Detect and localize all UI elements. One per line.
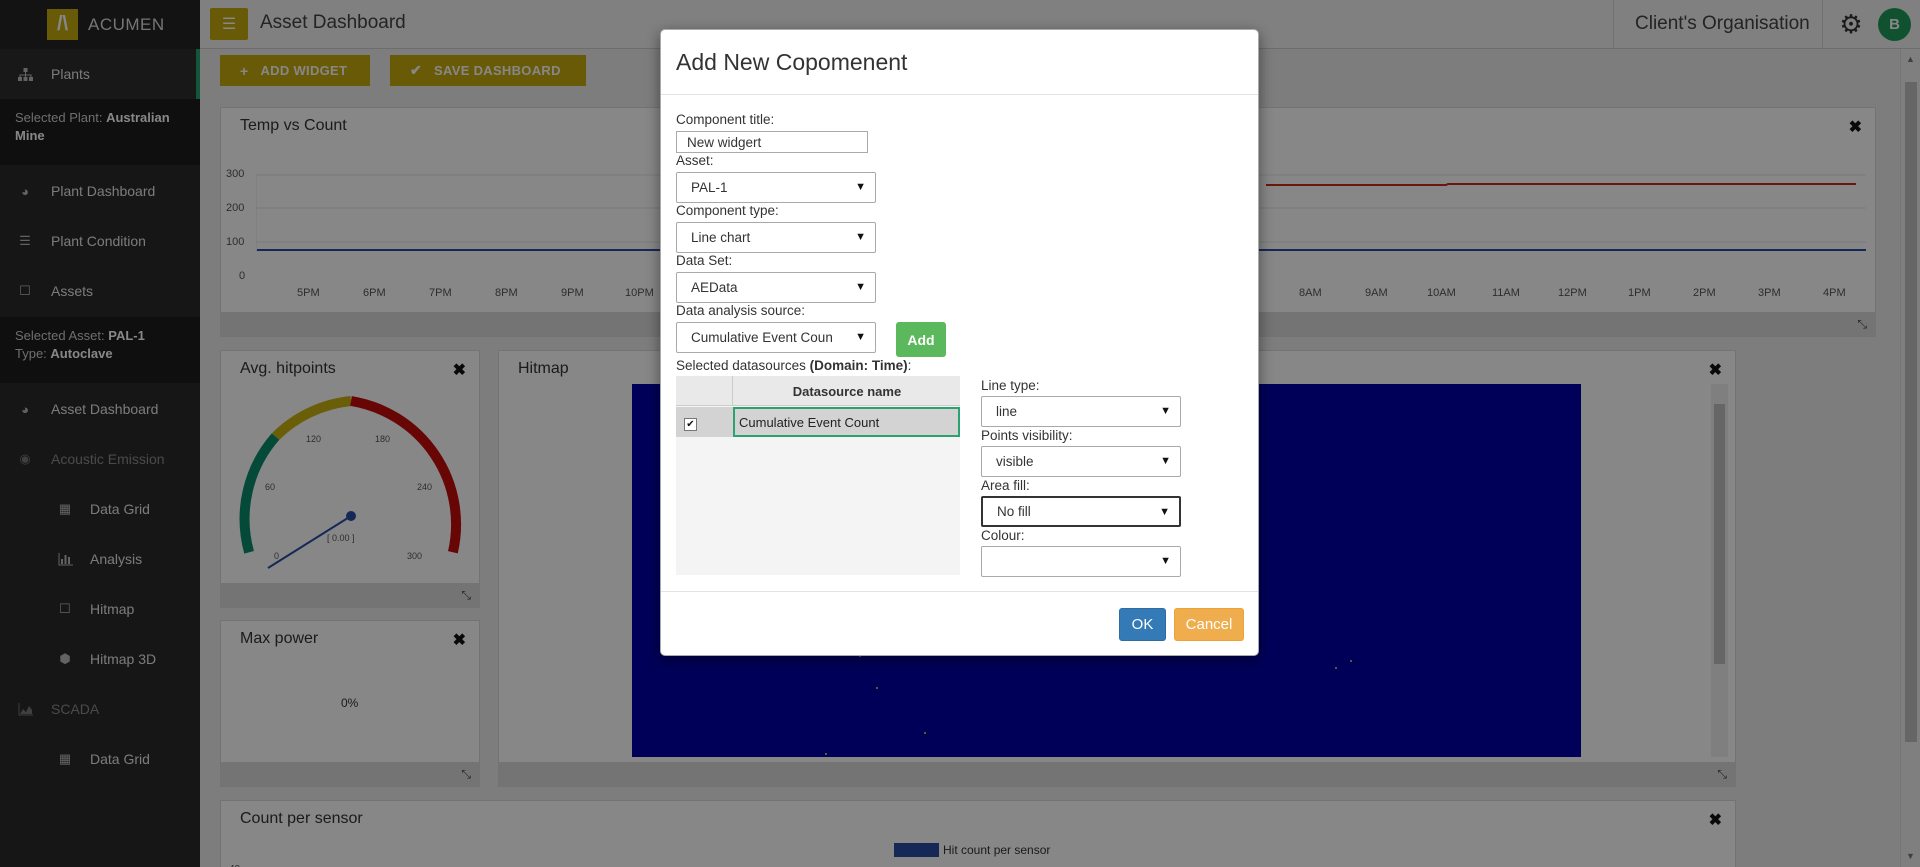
points-visibility-select[interactable]: visible ▼ [981,446,1181,477]
modal-header: Add New Copomenent [661,30,1258,95]
caret-down-icon: ▼ [855,181,866,193]
modal-title: Add New Copomenent [676,49,908,75]
line-type-label: Line type: [981,378,1040,393]
caret-down-icon: ▼ [855,281,866,293]
data-analysis-source-label: Data analysis source: [676,303,806,318]
app-root: /\ ACUMEN ☰ Asset Dashboard Client's Org… [0,0,1920,867]
data-set-select[interactable]: AEData ▼ [676,272,876,303]
points-visibility-value: visible [996,454,1034,469]
component-type-value: Line chart [691,230,751,245]
add-component-modal: Add New Copomenent Component title: Asse… [660,29,1259,656]
points-visibility-label: Points visibility: [981,428,1073,443]
line-type-value: line [996,404,1018,419]
row-checkbox[interactable]: ✔ [684,418,697,431]
component-type-select[interactable]: Line chart ▼ [676,222,876,253]
table-header-checkbox-col [676,376,733,406]
asset-select-value: PAL-1 [691,180,728,195]
area-fill-select[interactable]: No fill ▼ [981,496,1181,527]
colour-select[interactable]: ▼ [981,546,1181,577]
data-set-value: AEData [691,280,738,295]
area-fill-value: No fill [997,504,1031,519]
selected-datasources-suffix: : [907,358,912,373]
asset-label: Asset: [676,153,714,168]
caret-down-icon: ▼ [855,231,866,243]
line-type-select[interactable]: line ▼ [981,396,1181,427]
data-set-label: Data Set: [676,253,733,268]
data-analysis-source-value: Cumulative Event Coun [691,330,833,345]
datasources-table: Datasource name ✔ Cumulative Event Count [676,376,960,575]
selected-datasources-label: Selected datasources (Domain: Time): [676,358,911,373]
datasource-name-cell[interactable]: Cumulative Event Count [733,407,960,437]
component-title-input[interactable] [676,131,868,153]
table-header: Datasource name [676,376,960,406]
data-analysis-source-select[interactable]: Cumulative Event Coun ▼ [676,322,876,353]
caret-down-icon: ▼ [1160,555,1171,567]
ok-button[interactable]: OK [1119,608,1166,641]
cancel-button[interactable]: Cancel [1174,608,1244,641]
selected-datasources-prefix: Selected datasources [676,358,810,373]
add-datasource-button[interactable]: Add [896,322,946,357]
asset-select[interactable]: PAL-1 ▼ [676,172,876,203]
component-title-label: Component title: [676,112,775,127]
caret-down-icon: ▼ [855,331,866,343]
caret-down-icon: ▼ [1160,405,1171,417]
selected-datasources-domain: (Domain: Time) [809,358,908,373]
component-type-label: Component type: [676,203,779,218]
table-row[interactable]: ✔ Cumulative Event Count [676,407,960,437]
caret-down-icon: ▼ [1159,506,1170,518]
modal-footer [661,591,1258,657]
table-header-name[interactable]: Datasource name [734,376,960,406]
area-fill-label: Area fill: [981,478,1030,493]
colour-label: Colour: [981,528,1025,543]
caret-down-icon: ▼ [1160,455,1171,467]
